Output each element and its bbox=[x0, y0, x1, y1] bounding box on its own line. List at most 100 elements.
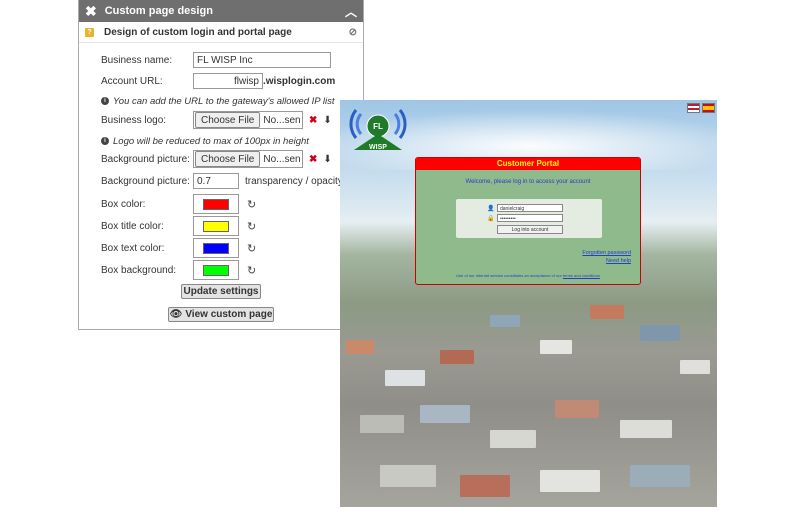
file-status: No...sen bbox=[263, 114, 301, 126]
house bbox=[346, 340, 374, 354]
box-text-color-swatch bbox=[203, 242, 229, 254]
spanish-flag-icon[interactable] bbox=[702, 103, 715, 113]
house bbox=[680, 360, 710, 374]
background-picture-label: Background picture: bbox=[101, 153, 190, 165]
choose-file-button[interactable]: Choose File bbox=[195, 112, 261, 128]
help-icon[interactable]: ? bbox=[85, 27, 94, 37]
url-note-text: You can add the URL to the gateway's all… bbox=[113, 96, 335, 107]
chevron-up-icon[interactable]: ︿ bbox=[345, 3, 357, 20]
portal-title: Customer Portal bbox=[416, 158, 640, 170]
username-input[interactable]: danielcraig bbox=[497, 204, 563, 212]
section-heading: ? Design of custom login and portal page… bbox=[79, 22, 363, 43]
eye-icon: 👁 bbox=[169, 309, 183, 320]
forgotten-password-link[interactable]: Forgotten password bbox=[582, 250, 631, 256]
house bbox=[620, 420, 672, 438]
opacity-suffix: transparency / opacity bbox=[245, 175, 343, 187]
reset-icon[interactable]: ↻ bbox=[247, 242, 256, 255]
business-logo-label: Business logo: bbox=[101, 114, 167, 126]
remove-logo-icon[interactable]: ✖ bbox=[309, 115, 317, 126]
panel-header: ✖ Custom page design ︿ bbox=[79, 0, 363, 22]
business-name-input[interactable]: FL WISP Inc bbox=[193, 52, 331, 68]
house bbox=[440, 350, 474, 364]
logo-note: i Logo will be reduced to max of 100px in… bbox=[101, 136, 309, 147]
fl-wisp-logo: FL WISP bbox=[349, 109, 407, 151]
account-url-suffix: .wisplogin.com bbox=[263, 75, 336, 87]
box-color-row: Box color: ↻ bbox=[101, 194, 256, 214]
english-flag-icon[interactable] bbox=[687, 103, 700, 113]
box-text-color-label: Box text color: bbox=[101, 242, 165, 254]
customer-portal-box: Customer Portal Welcome, please log in t… bbox=[415, 157, 641, 285]
user-icon: 👤 bbox=[487, 205, 495, 212]
remove-background-icon[interactable]: ✖ bbox=[309, 154, 317, 165]
login-form: 👤 danielcraig 🔒 ••••••••• Log into accou… bbox=[456, 199, 602, 238]
house bbox=[490, 430, 536, 448]
reset-icon[interactable]: ↻ bbox=[247, 264, 256, 277]
house bbox=[555, 400, 599, 418]
business-logo-row: Business logo: Choose File No...sen ✖ ⬇ bbox=[101, 111, 332, 129]
background-opacity-row: Background picture: 0.7 transparency / o… bbox=[101, 173, 343, 189]
portal-preview: FL WISP Customer Portal Welcome, please … bbox=[340, 100, 717, 507]
password-row: 🔒 ••••••••• bbox=[487, 214, 563, 222]
house bbox=[420, 405, 470, 423]
house bbox=[360, 415, 404, 433]
account-url-input[interactable]: flwisp bbox=[193, 73, 263, 89]
url-note: i You can add the URL to the gateway's al… bbox=[101, 96, 335, 107]
view-custom-page-button[interactable]: 👁 View custom page bbox=[168, 307, 274, 322]
background-opacity-label: Background picture: bbox=[101, 175, 190, 187]
account-url-row: Account URL: flwisp .wisplogin.com bbox=[101, 73, 335, 89]
business-name-label: Business name: bbox=[101, 54, 173, 66]
box-background-row: Box background: ↻ bbox=[101, 260, 256, 280]
business-logo-file-input[interactable]: Choose File No...sen bbox=[193, 111, 303, 129]
box-title-color-row: Box title color: ↻ bbox=[101, 216, 256, 236]
eye-slash-icon[interactable]: ⊘ bbox=[349, 27, 357, 38]
box-text-color-picker[interactable] bbox=[193, 238, 239, 258]
welcome-text: Welcome, please log in to access your ac… bbox=[465, 179, 591, 185]
username-row: 👤 danielcraig bbox=[487, 204, 563, 212]
business-name-value: FL WISP Inc bbox=[197, 54, 253, 66]
terms-prefix: Use of our Internet service constitutes … bbox=[456, 273, 562, 278]
box-text-color-row: Box text color: ↻ bbox=[101, 238, 256, 258]
reset-icon[interactable]: ↻ bbox=[247, 198, 256, 211]
view-custom-page-label: View custom page bbox=[185, 309, 273, 320]
house bbox=[630, 465, 690, 487]
lock-icon: 🔒 bbox=[487, 215, 495, 222]
opacity-input[interactable]: 0.7 bbox=[193, 173, 239, 189]
house bbox=[540, 340, 572, 354]
box-color-picker[interactable] bbox=[193, 194, 239, 214]
box-background-swatch bbox=[203, 264, 229, 276]
background-picture-row: Background picture: Choose File No...sen… bbox=[101, 150, 332, 168]
terms-text: Use of our Internet service constitutes … bbox=[416, 273, 640, 278]
box-background-picker[interactable] bbox=[193, 260, 239, 280]
info-icon: i bbox=[101, 137, 109, 146]
password-input[interactable]: ••••••••• bbox=[497, 214, 563, 222]
account-url-label: Account URL: bbox=[101, 75, 163, 87]
download-logo-icon[interactable]: ⬇ bbox=[323, 115, 331, 126]
logo-note-text: Logo will be reduced to max of 100px in … bbox=[113, 136, 309, 147]
house bbox=[490, 315, 520, 327]
panel-title: Custom page design bbox=[104, 5, 213, 17]
box-color-swatch bbox=[203, 198, 229, 210]
terms-link[interactable]: terms and conditions bbox=[563, 273, 600, 278]
reset-icon[interactable]: ↻ bbox=[247, 220, 256, 233]
info-icon: i bbox=[101, 97, 109, 106]
box-title-color-label: Box title color: bbox=[101, 220, 164, 232]
file-status: No...sen bbox=[263, 153, 301, 165]
logo-text-fl: FL bbox=[373, 122, 383, 131]
house bbox=[460, 475, 510, 497]
background-picture-file-input[interactable]: Choose File No...sen bbox=[193, 150, 303, 168]
logo-text-wisp: WISP bbox=[369, 144, 387, 151]
close-icon[interactable]: ✖ bbox=[85, 4, 97, 18]
need-help-link[interactable]: Need help bbox=[606, 258, 631, 264]
download-background-icon[interactable]: ⬇ bbox=[323, 154, 331, 165]
login-button[interactable]: Log into account bbox=[497, 225, 563, 234]
house bbox=[540, 470, 600, 492]
account-url-value: flwisp bbox=[233, 75, 259, 87]
house bbox=[385, 370, 425, 386]
box-title-color-picker[interactable] bbox=[193, 216, 239, 236]
custom-page-design-panel: ✖ Custom page design ︿ ? Design of custo… bbox=[78, 0, 364, 330]
choose-file-button[interactable]: Choose File bbox=[195, 151, 261, 167]
update-settings-button[interactable]: Update settings bbox=[181, 284, 261, 299]
opacity-value: 0.7 bbox=[197, 175, 211, 187]
section-title: Design of custom login and portal page bbox=[104, 26, 292, 38]
business-name-row: Business name: FL WISP Inc bbox=[101, 52, 331, 68]
